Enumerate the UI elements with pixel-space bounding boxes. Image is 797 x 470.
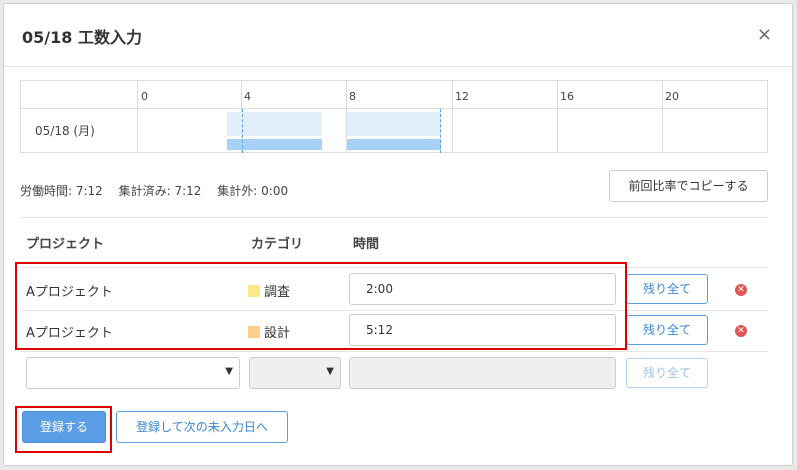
not-aggregated-time-text: 集計外: 0:00: [217, 184, 289, 198]
chevron-down-icon: ▼: [326, 366, 334, 377]
work-hours-dialog: 05/18 工数入力 ×: [3, 3, 793, 466]
fill-remaining-button[interactable]: 残り全て: [626, 315, 708, 345]
register-next-button[interactable]: 登録して次の未入力日へ: [116, 411, 288, 443]
category-select[interactable]: ▼: [249, 357, 341, 389]
fill-remaining-button-disabled[interactable]: 残り全て: [626, 358, 708, 388]
time-summary: 労働時間: 7:12 集計済み: 7:12 集計外: 0:00: [20, 182, 300, 199]
copy-previous-ratio-button[interactable]: 前回比率でコピーする: [609, 170, 768, 202]
annotation-highlight-register: [15, 406, 112, 453]
tick-label: 0: [141, 90, 148, 103]
timeline-work-bar: [347, 139, 441, 150]
timeline-date: 05/18 (月): [35, 124, 95, 138]
divider: [20, 351, 768, 352]
fill-remaining-button[interactable]: 残り全て: [626, 274, 708, 304]
divider: [20, 217, 768, 218]
category-column-header: カテゴリ: [251, 237, 304, 252]
timeline-chart: 0 4 8 12 16 20 05/18 (月): [20, 80, 768, 153]
chevron-down-icon: ▼: [225, 366, 233, 377]
tick-label: 12: [455, 90, 469, 103]
time-column-header: 時間: [353, 237, 380, 252]
dialog-header: 05/18 工数入力 ×: [4, 4, 792, 67]
annotation-highlight-rows: [15, 262, 627, 350]
timeline-block: [347, 112, 441, 136]
work-time-text: 労働時間: 7:12: [20, 184, 103, 198]
aggregated-time-text: 集計済み: 7:12: [118, 184, 202, 198]
time-input-empty[interactable]: [349, 357, 616, 389]
close-icon[interactable]: ×: [757, 24, 772, 45]
dialog-title: 05/18 工数入力: [22, 28, 142, 47]
timeline-row: 05/18 (月): [21, 109, 767, 153]
work-start-marker: [242, 109, 243, 153]
tick-label: 4: [244, 90, 251, 103]
project-select[interactable]: ▼: [26, 357, 240, 389]
delete-row-icon[interactable]: ✕: [735, 325, 747, 337]
delete-row-icon[interactable]: ✕: [735, 284, 747, 296]
tick-label: 8: [349, 90, 356, 103]
project-column-header: プロジェクト: [26, 237, 105, 252]
tick-label: 16: [560, 90, 574, 103]
work-end-marker: [440, 109, 441, 153]
tick-label: 20: [665, 90, 679, 103]
timeline-header: 0 4 8 12 16 20: [21, 81, 767, 109]
